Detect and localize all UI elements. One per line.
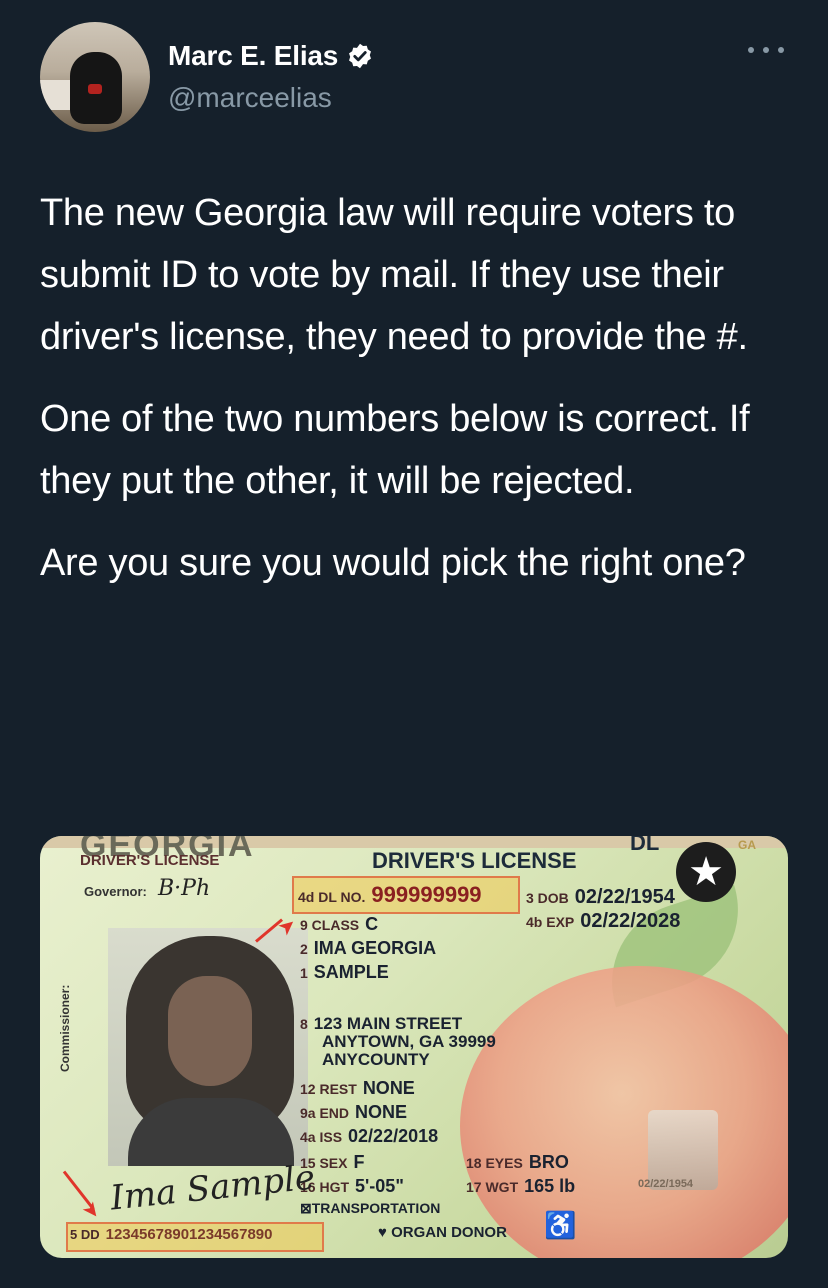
name1-key: 1: [300, 965, 308, 981]
holder-signature: Ima Sample: [108, 1157, 317, 1219]
tweet-text: The new Georgia law will require voters …: [40, 182, 800, 614]
dd-field: 5 DD 12345678901234567890: [70, 1226, 272, 1243]
author-name[interactable]: Marc E. Elias: [168, 40, 338, 72]
dd-key: 5 DD: [70, 1227, 100, 1242]
rest-field: 12 REST NONE: [300, 1078, 415, 1099]
address-key: 8: [300, 1016, 308, 1032]
license-type-left: DRIVER'S LICENSE: [80, 852, 220, 869]
dob-value: 02/22/1954: [574, 886, 675, 908]
avatar-collar: [88, 84, 102, 94]
star-seal-icon: ★: [676, 842, 736, 902]
transport-label: ⊠TRANSPORTATION: [300, 1200, 441, 1216]
ghost-date: 02/22/1954: [638, 1178, 694, 1190]
rest-value: NONE: [362, 1078, 415, 1098]
rest-key: 12 REST: [300, 1081, 357, 1097]
more-dot: [748, 47, 754, 53]
eyes-field: 18 EYES BRO: [466, 1152, 569, 1173]
sex-value: F: [353, 1152, 365, 1172]
dob-key: 3 DOB: [526, 890, 569, 906]
dl-number-value: 999999999: [371, 882, 482, 907]
commissioner-label: Commissioner:: [58, 984, 72, 1072]
dl-number-field: 4d DL NO. 999999999: [298, 882, 482, 908]
license-type-center: DRIVER'S LICENSE: [372, 848, 577, 873]
more-dot: [763, 47, 769, 53]
author-avatar[interactable]: [40, 22, 150, 132]
peach-graphic: [460, 966, 788, 1258]
class-value: C: [365, 914, 379, 934]
exp-value: 02/22/2028: [580, 910, 681, 932]
tweet-paragraph: One of the two numbers below is correct.…: [40, 398, 750, 502]
dd-value: 12345678901234567890: [105, 1226, 273, 1243]
tweet-paragraph: The new Georgia law will require voters …: [40, 192, 748, 358]
name2-key: 2: [300, 941, 308, 957]
license-photo: [108, 928, 308, 1166]
more-options-icon[interactable]: [748, 40, 784, 60]
governor-signature: B·Ph: [158, 876, 211, 901]
name2-field: 2 IMA GEORGIA: [300, 938, 436, 959]
class-field: 9 CLASS C: [300, 914, 378, 935]
wgt-field: 17 WGT 165 lb: [466, 1176, 575, 1197]
author-name-row[interactable]: Marc E. Elias: [168, 40, 374, 72]
license-dl-badge: DL: [630, 836, 660, 855]
governor-label: Governor:: [84, 884, 147, 899]
class-key: 9 CLASS: [300, 917, 360, 933]
tweet-paragraph: Are you sure you would pick the right on…: [40, 542, 746, 584]
exp-field: 4b EXP 02/22/2028: [526, 910, 680, 933]
iss-key: 4a ISS: [300, 1129, 343, 1145]
photo-face: [168, 976, 252, 1086]
name2-value: IMA GEORGIA: [313, 938, 437, 958]
end-field: 9a END NONE: [300, 1102, 407, 1123]
author-handle[interactable]: @marceelias: [168, 82, 332, 114]
wgt-key: 17 WGT: [466, 1179, 519, 1195]
wgt-value: 165 lb: [524, 1176, 576, 1196]
address-line3: ANYCOUNTY: [322, 1050, 430, 1069]
address-field: 8 123 MAIN STREET: [300, 1014, 462, 1034]
more-dot: [778, 47, 784, 53]
address-line2: ANYTOWN, GA 39999: [322, 1032, 496, 1051]
address-line1: 123 MAIN STREET: [313, 1014, 463, 1033]
name1-value: SAMPLE: [313, 962, 389, 982]
hgt-value: 5'-05": [355, 1176, 404, 1196]
dl-number-key: 4d DL NO.: [298, 889, 366, 905]
name1-field: 1 SAMPLE: [300, 962, 389, 983]
accessibility-icon: ♿: [544, 1210, 577, 1240]
exp-key: 4b EXP: [526, 914, 575, 930]
tweet-image-drivers-license[interactable]: GEORGIA DRIVER'S LICENSE DRIVER'S LICENS…: [40, 836, 788, 1258]
dob-field: 3 DOB 02/22/1954: [526, 886, 675, 909]
end-value: NONE: [355, 1102, 408, 1122]
iss-value: 02/22/2018: [348, 1126, 439, 1146]
iss-field: 4a ISS 02/22/2018: [300, 1126, 438, 1147]
organ-donor-label: ♥ ORGAN DONOR: [378, 1224, 507, 1241]
eyes-key: 18 EYES: [466, 1155, 523, 1171]
license-corner: GA: [738, 838, 756, 852]
end-key: 9a END: [300, 1105, 350, 1121]
eyes-value: BRO: [528, 1152, 569, 1172]
verified-badge-icon: [349, 43, 372, 69]
arrow-head-dd: ➤: [79, 1198, 105, 1223]
